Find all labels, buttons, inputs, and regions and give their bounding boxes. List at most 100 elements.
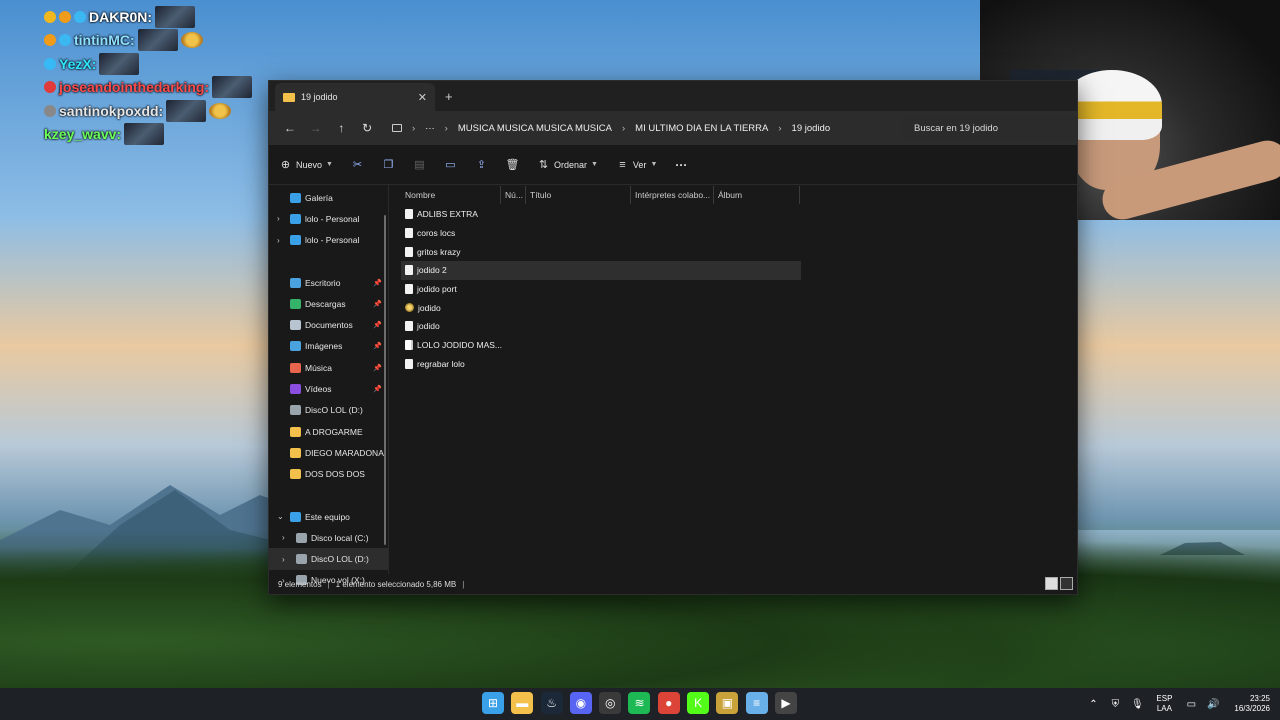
file-name: LOLO JODIDO MAS...: [417, 340, 503, 351]
file-row[interactable]: regrabar lolo: [401, 355, 801, 374]
breadcrumb-item[interactable]: 19 jodido: [792, 123, 831, 134]
chat-badge-icon: [74, 10, 86, 23]
column-header[interactable]: Intérpretes colabo...: [631, 186, 714, 204]
sidebar-item[interactable]: › Disco local (C:): [269, 527, 388, 548]
tiles-view-icon[interactable]: [1060, 577, 1073, 590]
sidebar-item[interactable]: DOS DOS DOS: [269, 464, 388, 485]
gallery-icon: [290, 192, 301, 203]
new-tab-icon[interactable]: +: [445, 89, 453, 104]
column-header[interactable]: Nú...: [501, 186, 526, 204]
rename-icon[interactable]: ▭: [444, 158, 457, 171]
title-bar[interactable]: 19 jodido ✕ +: [269, 81, 1077, 111]
cut-icon[interactable]: ✂: [351, 158, 364, 171]
spotify-icon[interactable]: ≋: [628, 692, 651, 714]
chat-username: tintinMC:: [74, 32, 135, 49]
file-row[interactable]: coros locs: [401, 224, 801, 243]
sidebar-item[interactable]: Documentos 📌: [269, 314, 388, 335]
sidebar-item[interactable]: Descargas 📌: [269, 293, 388, 314]
language-indicator[interactable]: ESP LAA: [1156, 694, 1172, 714]
search-input[interactable]: Buscar en 19 jodido: [902, 116, 1078, 140]
more-crumbs-icon[interactable]: ···: [425, 123, 435, 134]
sidebar-item[interactable]: Imágenes 📌: [269, 336, 388, 357]
file-explorer-icon[interactable]: ▬: [511, 692, 534, 714]
sidebar-item[interactable]: Escritorio 📌: [269, 272, 388, 293]
app-icon[interactable]: ▣: [716, 692, 739, 714]
more-options-icon[interactable]: ···: [675, 158, 687, 172]
start-icon[interactable]: ⊞: [482, 692, 504, 714]
column-header[interactable]: Nombre: [401, 186, 501, 204]
sidebar-item[interactable]: › lolo - Personal: [269, 230, 388, 251]
chevron-right-icon[interactable]: ›: [282, 533, 285, 542]
close-tab-icon[interactable]: ✕: [418, 91, 427, 104]
discord-icon[interactable]: ◉: [569, 692, 592, 714]
volume-icon[interactable]: 🔊: [1206, 699, 1220, 710]
defender-icon[interactable]: ⛨: [1108, 699, 1122, 710]
kick-icon[interactable]: K: [687, 692, 710, 714]
chevron-up-icon[interactable]: ⌃: [1086, 699, 1100, 710]
up-icon[interactable]: ↑: [329, 121, 355, 135]
sidebar-item-label: DiscO LOL (D:): [305, 405, 363, 416]
delete-icon[interactable]: 🗑: [505, 158, 519, 171]
sort-icon: ⇅: [538, 159, 549, 171]
media-player-icon[interactable]: ▶: [774, 692, 797, 714]
chevron-right-icon[interactable]: ›: [277, 214, 280, 223]
sidebar-item[interactable]: › DiscO LOL (D:): [269, 548, 388, 570]
column-header[interactable]: Título: [526, 186, 631, 204]
sidebar-item[interactable]: › lolo - Personal: [269, 208, 388, 229]
file-row[interactable]: gritos krazy: [401, 242, 801, 261]
sidebar-item[interactable]: DiscO LOL (D:): [269, 400, 388, 421]
chevron-down-icon: ▼: [590, 161, 598, 168]
clock[interactable]: 23:25 16/3/2026: [1234, 694, 1270, 714]
file-name: jodido port: [417, 284, 457, 295]
plus-circle-icon: ⊕: [280, 159, 291, 171]
file-row[interactable]: jodido port: [401, 280, 801, 299]
cloud-icon: [290, 235, 301, 246]
notepad-icon[interactable]: ≡: [745, 692, 768, 714]
chevron-down-icon[interactable]: ⌄: [277, 512, 284, 521]
paste-icon[interactable]: ▤: [413, 158, 426, 171]
chevron-right-icon[interactable]: ›: [282, 555, 285, 564]
sidebar-item-label: DOS DOS DOS: [305, 469, 365, 480]
status-separator: |: [327, 579, 330, 589]
details-view-icon[interactable]: [1045, 577, 1058, 590]
address-bar[interactable]: › ··· › MUSICA MUSICA MUSICA MUSICA › MI…: [386, 116, 894, 140]
sidebar-item-label: DiscO LOL (D:): [311, 554, 369, 565]
sort-button[interactable]: ⇅ Ordenar ▼: [537, 158, 598, 171]
back-icon[interactable]: ←: [277, 121, 303, 135]
search-placeholder: Buscar en 19 jodido: [914, 122, 998, 134]
breadcrumb-item[interactable]: MUSICA MUSICA MUSICA MUSICA: [458, 123, 612, 134]
tab-19-jodido[interactable]: 19 jodido ✕: [275, 83, 435, 111]
refresh-icon[interactable]: ↻: [354, 121, 380, 135]
network-icon[interactable]: ▭: [1184, 699, 1198, 710]
forward-icon[interactable]: →: [303, 121, 329, 135]
sidebar-item[interactable]: ⌄ Este equipo: [269, 506, 388, 527]
new-button[interactable]: ⊕ Nuevo ▼: [279, 158, 333, 171]
file-row[interactable]: ADLIBS EXTRA: [401, 205, 801, 224]
file-row[interactable]: LOLO JODIDO MAS...: [401, 336, 801, 355]
sidebar-item-label: A DROGARME: [305, 426, 363, 437]
view-button[interactable]: ≡ Ver ▼: [616, 158, 657, 171]
file-row[interactable]: jodido 2: [401, 261, 801, 280]
sidebar-item[interactable]: Galería: [269, 187, 388, 208]
steam-icon[interactable]: ♨: [540, 692, 563, 714]
obs-icon[interactable]: ◎: [599, 692, 622, 714]
sidebar-item[interactable]: DIEGO MARADONA: [269, 442, 388, 463]
sidebar-item[interactable]: Música 📌: [269, 357, 388, 378]
sidebar-item[interactable]: A DROGARME: [269, 421, 388, 442]
breadcrumb-item[interactable]: MI ULTIMO DIA EN LA TIERRA: [635, 123, 768, 134]
chat-badge-icon: [59, 34, 71, 47]
copy-icon[interactable]: ❐: [382, 158, 395, 171]
file-explorer-window[interactable]: 19 jodido ✕ + ← → ↑ ↻ › ··· › MUSICA MUS…: [268, 80, 1078, 595]
file-row[interactable]: jodido: [401, 298, 801, 317]
sidebar-item[interactable]: Vídeos 📌: [269, 378, 388, 399]
chrome-icon[interactable]: ●: [657, 692, 680, 714]
column-headers: Nombre Nú... Título Intérpretes colabo... Ál…: [389, 185, 1077, 205]
microphone-icon[interactable]: 🎙: [1130, 699, 1144, 710]
share-icon[interactable]: ⇪: [475, 158, 488, 171]
navigation-pane[interactable]: Galería › lolo - Personal › lolo - Personal E…: [269, 185, 389, 586]
file-list[interactable]: Nombre Nú... Título Intérpretes colabo... Ál…: [389, 185, 1077, 574]
chevron-right-icon[interactable]: ›: [277, 236, 280, 245]
file-row[interactable]: jodido: [401, 317, 801, 336]
column-header[interactable]: Álbum: [714, 186, 800, 204]
